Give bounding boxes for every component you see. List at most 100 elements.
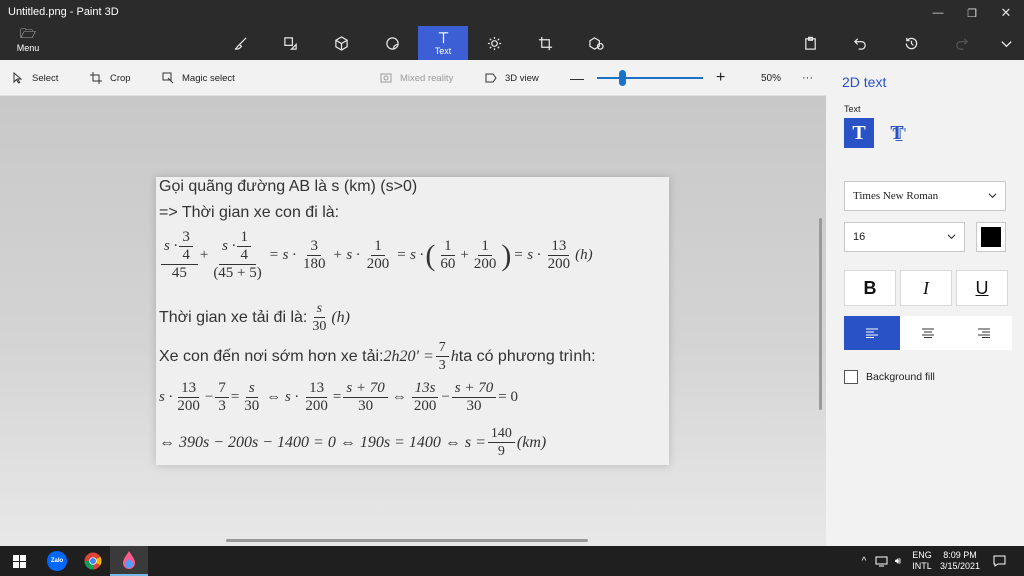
3d-view-icon bbox=[485, 73, 497, 83]
clock[interactable]: 8:09 PM 3/15/2021 bbox=[938, 546, 982, 576]
line5-tail: ta có phương trình: bbox=[458, 347, 596, 365]
text-color-picker[interactable] bbox=[976, 222, 1006, 252]
redo-button[interactable] bbox=[948, 32, 974, 54]
image-text-line-2: => Thời gian xe con đi là: bbox=[159, 204, 340, 221]
paste-button[interactable] bbox=[797, 32, 823, 54]
title-bar: Untitled.png - Paint 3D — ❐ ✕ bbox=[0, 0, 1024, 26]
eq1-frac6-num: 1 bbox=[478, 238, 492, 256]
eq2-frac-d-den: 200 bbox=[305, 398, 328, 414]
checkbox-box[interactable] bbox=[844, 370, 858, 384]
undo-button[interactable] bbox=[847, 32, 873, 54]
taskbar: Zalo ^ 🔊︎ ENG INTL 8:09 PM 3/15/2021 bbox=[0, 546, 1024, 576]
3d-view-button[interactable]: 3D view bbox=[485, 60, 539, 96]
align-right-button[interactable] bbox=[956, 316, 1012, 350]
effects-tool[interactable] bbox=[469, 26, 519, 60]
image-equation-2: s · 13 200 − 73 = s 30 ⇔ s · 13 200 = s + 7… bbox=[159, 380, 518, 415]
magic-select-icon bbox=[162, 72, 174, 84]
text-icon bbox=[438, 32, 448, 44]
eq1-frac4-den: 200 bbox=[366, 256, 390, 272]
zoom-slider-track[interactable] bbox=[597, 77, 703, 79]
align-center-button[interactable] bbox=[900, 316, 956, 350]
close-button[interactable]: ✕ bbox=[989, 0, 1023, 26]
more-options-button[interactable]: ··· bbox=[802, 60, 813, 96]
clock-time: 8:09 PM bbox=[943, 550, 977, 560]
3d-text-button[interactable]: T bbox=[882, 118, 912, 148]
zoom-level[interactable]: 50% bbox=[761, 60, 781, 96]
eq1-frac6-den: 200 bbox=[473, 256, 497, 272]
expand-ribbon-button[interactable] bbox=[993, 32, 1019, 54]
show-hidden-icons-button[interactable]: ^ bbox=[857, 546, 871, 576]
eq1-frac3-num: 3 bbox=[307, 238, 321, 256]
eq1-right-paren: ) bbox=[501, 238, 512, 272]
history-button[interactable] bbox=[898, 32, 924, 54]
start-button[interactable] bbox=[0, 546, 38, 576]
eq2-tail: = 0 bbox=[498, 389, 518, 405]
chrome-app-icon[interactable] bbox=[74, 546, 112, 576]
panel-title: 2D text bbox=[842, 74, 887, 90]
underline-button[interactable]: U bbox=[956, 270, 1008, 306]
image-text-line-5: Xe con đến nơi sớm hơn xe tải: 2h20′ = 7… bbox=[159, 339, 596, 374]
mixed-reality-icon bbox=[380, 73, 392, 83]
3d-shapes-tool[interactable] bbox=[316, 26, 366, 60]
minimize-button[interactable]: — bbox=[921, 0, 955, 26]
3d-text-icon: T bbox=[890, 121, 904, 144]
2d-shapes-icon bbox=[283, 36, 297, 50]
network-icon[interactable] bbox=[873, 546, 889, 576]
3d-view-label: 3D view bbox=[505, 72, 539, 84]
zoom-in-button[interactable]: + bbox=[716, 60, 725, 96]
zoom-slider-thumb[interactable] bbox=[618, 70, 626, 86]
crop-button[interactable]: Crop bbox=[90, 60, 131, 96]
select-cursor-icon bbox=[13, 72, 23, 84]
3d-library-tool[interactable] bbox=[571, 26, 621, 60]
crop-icon bbox=[90, 72, 102, 84]
language-indicator[interactable]: ENG INTL bbox=[908, 546, 936, 576]
plain-text-button[interactable]: T bbox=[844, 118, 874, 148]
paint-3d-app-icon[interactable] bbox=[110, 546, 148, 576]
eq2-frac-c-num: s bbox=[245, 380, 258, 398]
horizontal-scrollbar[interactable] bbox=[226, 539, 588, 542]
font-family-dropdown[interactable]: Times New Roman bbox=[844, 181, 1006, 211]
zoom-out-button[interactable]: — bbox=[570, 60, 584, 96]
line5-math: 2h20′ = bbox=[383, 347, 434, 365]
bold-button[interactable]: B bbox=[844, 270, 896, 306]
italic-button[interactable]: I bbox=[900, 270, 952, 306]
eq1-equals-s-3: = s · bbox=[513, 247, 541, 263]
eq1-frac5-num: 1 bbox=[441, 238, 455, 256]
brushes-tool[interactable] bbox=[215, 26, 265, 60]
font-size-dropdown[interactable]: 16 bbox=[844, 222, 965, 252]
action-center-button[interactable] bbox=[990, 546, 1008, 576]
text-tool-label: Text bbox=[434, 46, 452, 56]
image-equation-1: s · 3 4 45 + s · 1 4 (45 + 5) = s · 3 180 + s… bbox=[159, 229, 593, 282]
eq2-iff-1: ⇔ s · bbox=[266, 389, 299, 405]
mixed-reality-button[interactable]: Mixed reality bbox=[380, 60, 453, 96]
vertical-scrollbar[interactable] bbox=[819, 218, 822, 410]
eq2-frac-g-den: 30 bbox=[466, 398, 482, 414]
notification-icon bbox=[993, 555, 1005, 567]
stickers-tool[interactable] bbox=[367, 26, 417, 60]
menu-button[interactable]: 🗁︎ Menu bbox=[6, 26, 50, 60]
zalo-app-icon[interactable]: Zalo bbox=[38, 546, 76, 576]
eq1-frac7-den: 200 bbox=[547, 256, 571, 272]
zalo-logo: Zalo bbox=[47, 551, 67, 571]
language-top: ENG bbox=[912, 550, 932, 560]
eq3-text: ⇔ 390s − 200s − 1400 = 0 ⇔ 190s = 1400 ⇔… bbox=[159, 433, 486, 451]
eq2-s-dot: s · bbox=[159, 389, 173, 405]
eq1-frac2-inner-den: 4 bbox=[240, 247, 248, 263]
align-left-button[interactable] bbox=[844, 316, 900, 350]
magic-select-button[interactable]: Magic select bbox=[162, 60, 235, 96]
canvas-tool[interactable] bbox=[520, 26, 570, 60]
background-fill-checkbox[interactable]: Background fill bbox=[844, 370, 935, 384]
volume-icon[interactable]: 🔊︎ bbox=[890, 546, 906, 576]
text-tool[interactable]: Text bbox=[418, 26, 468, 60]
eq2-minus-2: − bbox=[441, 389, 450, 405]
maximize-button[interactable]: ❐ bbox=[955, 0, 989, 26]
eq1-frac1-inner-den: 4 bbox=[182, 247, 190, 263]
clock-date: 3/15/2021 bbox=[939, 561, 981, 571]
line4-unit: (h) bbox=[331, 308, 350, 326]
canvas-image[interactable]: Gọi quãng đường AB là s (km) (s>0) => Th… bbox=[156, 177, 669, 465]
2d-shapes-tool[interactable] bbox=[265, 26, 315, 60]
3d-shapes-icon bbox=[334, 35, 348, 51]
align-center-icon bbox=[922, 328, 934, 338]
select-button[interactable]: Select bbox=[12, 60, 58, 96]
line5-text: Xe con đến nơi sớm hơn xe tải: bbox=[159, 347, 384, 365]
